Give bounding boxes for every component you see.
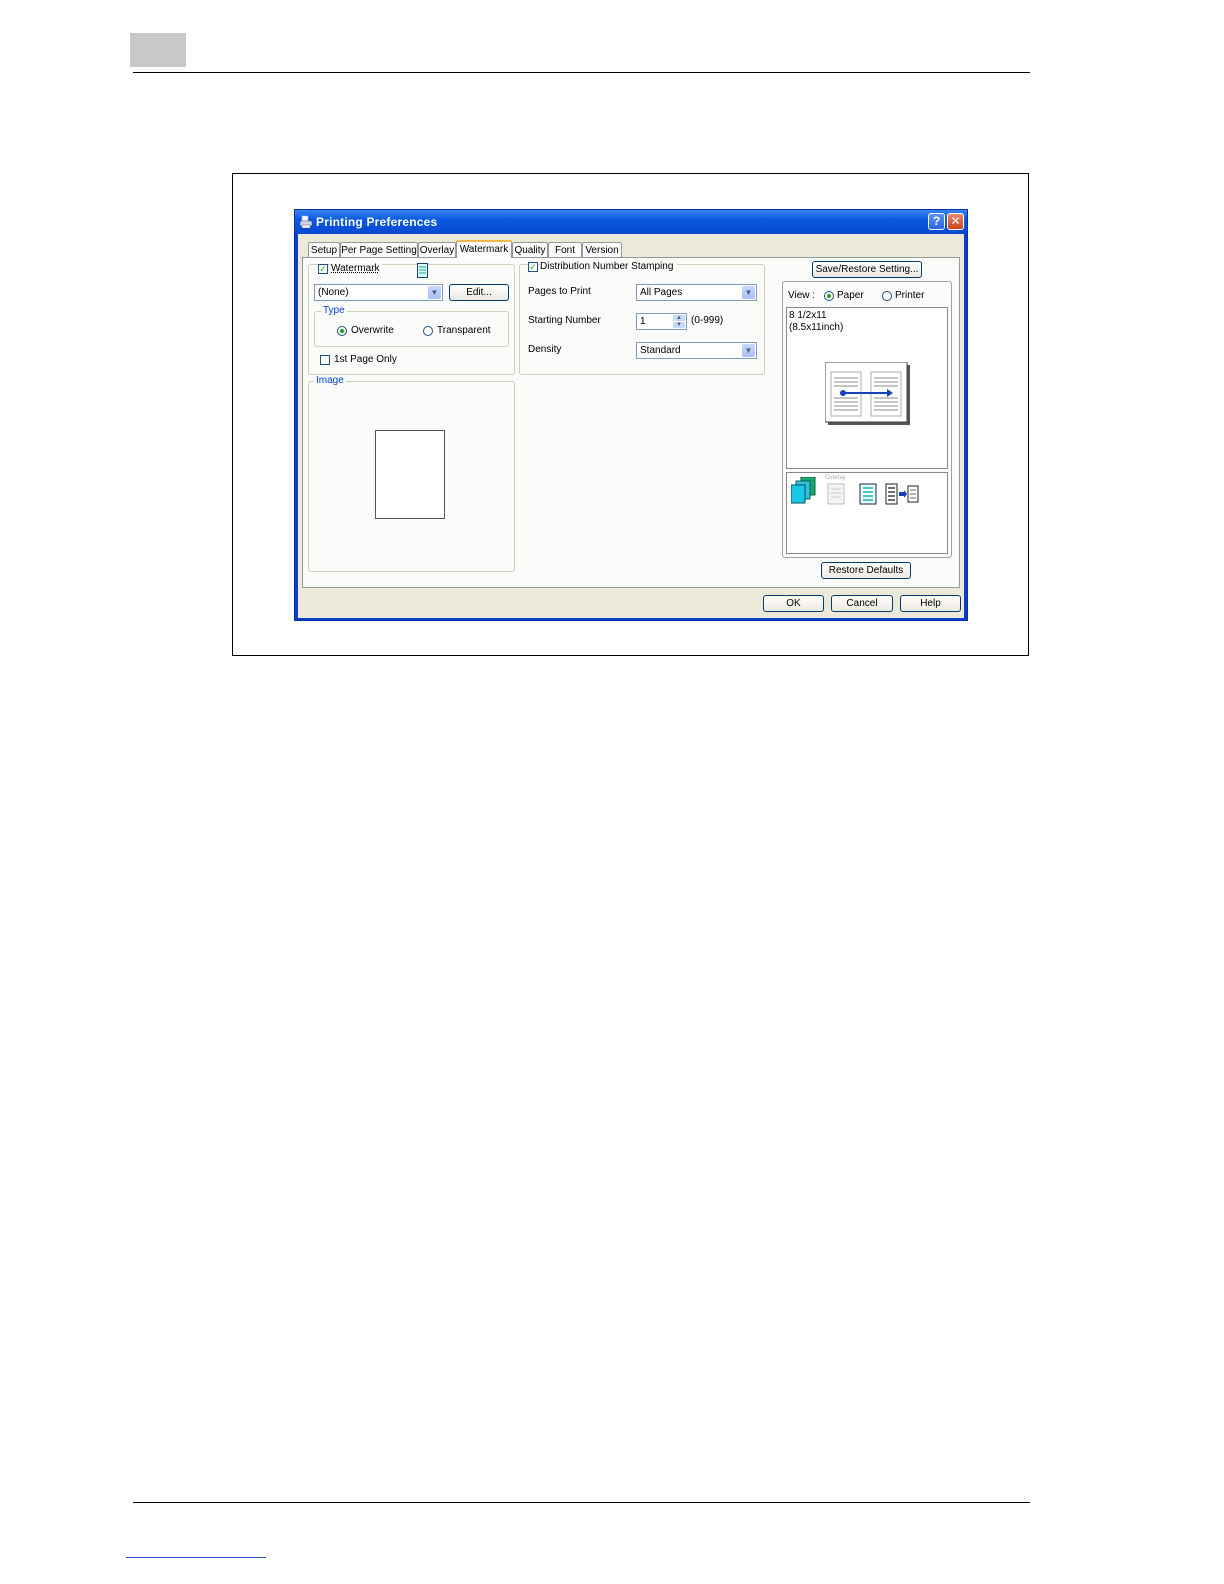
first-page-only-label: 1st Page Only [334, 354, 397, 365]
tab-per-page-setting[interactable]: Per Page Setting [340, 242, 418, 257]
starting-number-range: (0-999) [691, 315, 724, 326]
watermark-select[interactable]: (None) ▼ [314, 284, 443, 301]
chevron-down-icon: ▼ [742, 286, 755, 299]
spin-down-icon[interactable]: ▼ [673, 322, 685, 328]
pages-to-print-label: Pages to Print [528, 286, 591, 297]
overwrite-radio[interactable] [337, 326, 347, 336]
tab-setup[interactable]: Setup [308, 242, 340, 257]
dialog-client-area: Setup Per Page Setting Overlay Watermark… [298, 234, 964, 618]
collate-copies-icon [791, 477, 816, 504]
transparent-label: Transparent [437, 325, 491, 336]
title-bar: Printing Preferences ? ✕ [295, 210, 967, 234]
view-label: View : [788, 290, 816, 301]
watermark-tab-panel: ✓ Watermark (None) ▼ Edit... Type Overwr… [302, 257, 960, 588]
settings-icons-pane: Overlay [786, 472, 948, 554]
view-paper-radio[interactable] [824, 291, 834, 301]
starting-number-value: 1 [640, 316, 646, 327]
tab-overlay[interactable]: Overlay [418, 242, 456, 257]
watermark-select-value: (None) [318, 287, 349, 298]
chevron-down-icon: ▼ [742, 344, 755, 357]
ok-button[interactable]: OK [763, 595, 824, 612]
overlay-icon-caption: Overlay [825, 475, 846, 481]
density-value: Standard [640, 345, 681, 356]
two-up-layout-icon [825, 362, 910, 425]
help-title-button[interactable]: ? [928, 213, 945, 230]
density-label: Density [528, 344, 562, 355]
tab-version[interactable]: Version [582, 242, 622, 257]
footer-link-underline [126, 1557, 266, 1558]
paper-size-line2: (8.5x11inch) [789, 322, 844, 333]
footer-rule [133, 1502, 1030, 1503]
view-printer-label: Printer [895, 290, 925, 301]
distribution-group: ✓ Distribution Number Stamping Pages to … [519, 261, 765, 375]
help-icon: ? [932, 214, 941, 228]
image-group-label: Image [314, 375, 346, 386]
image-group: Image [308, 375, 515, 572]
watermark-checkbox-label: Watermark [331, 263, 382, 274]
chapter-marker [130, 33, 186, 67]
paper-preview-pane: 8 1/2x11 (8.5x11inch) [786, 307, 948, 469]
overlay-icon [827, 483, 845, 505]
help-button[interactable]: Help [900, 595, 961, 612]
spin-up-icon[interactable]: ▲ [673, 315, 685, 321]
watermark-group: ✓ Watermark (None) ▼ Edit... Type Overwr… [308, 263, 515, 375]
restore-defaults-button[interactable]: Restore Defaults [821, 562, 911, 579]
edit-button[interactable]: Edit... [449, 284, 509, 301]
preview-frame: View : Paper Printer 8 1/2x11 (8.5x11inc… [782, 281, 952, 558]
view-paper-label: Paper [837, 290, 864, 301]
printing-preferences-dialog: Printing Preferences ? ✕ Setup Per Page … [294, 209, 968, 621]
starting-number-label: Starting Number [528, 315, 601, 326]
watermark-checkbox[interactable]: ✓ [318, 264, 328, 274]
header-rule [133, 72, 1030, 73]
close-icon: ✕ [950, 214, 961, 228]
paper-size-line1: 8 1/2x11 [789, 310, 827, 321]
save-restore-setting-button[interactable]: Save/Restore Setting... [812, 261, 922, 278]
watermark-page-icon [859, 483, 877, 505]
starting-number-stepper[interactable]: 1 ▲ ▼ [636, 313, 687, 330]
overwrite-label: Overwrite [351, 325, 394, 336]
watermark-preview-page [375, 430, 445, 519]
distribution-checkbox[interactable]: ✓ [528, 262, 538, 272]
cancel-button[interactable]: Cancel [831, 595, 893, 612]
first-page-only-checkbox[interactable] [320, 355, 330, 365]
type-group: Type Overwrite Transparent [314, 305, 509, 347]
pages-to-print-select[interactable]: All Pages ▼ [636, 284, 757, 301]
chevron-down-icon: ▼ [428, 286, 441, 299]
watermark-document-icon [417, 263, 428, 278]
pages-to-print-value: All Pages [640, 287, 683, 298]
type-group-label: Type [321, 305, 347, 316]
stamping-output-icon [885, 483, 919, 505]
tab-watermark[interactable]: Watermark [456, 240, 512, 258]
tab-quality[interactable]: Quality [512, 242, 548, 257]
distribution-checkbox-label: Distribution Number Stamping [540, 261, 678, 272]
close-title-button[interactable]: ✕ [947, 213, 964, 230]
printer-icon [300, 215, 312, 228]
view-printer-radio[interactable] [882, 291, 892, 301]
dialog-title: Printing Preferences [316, 215, 438, 229]
tab-font[interactable]: Font [548, 242, 582, 257]
density-select[interactable]: Standard ▼ [636, 342, 757, 359]
transparent-radio[interactable] [423, 326, 433, 336]
